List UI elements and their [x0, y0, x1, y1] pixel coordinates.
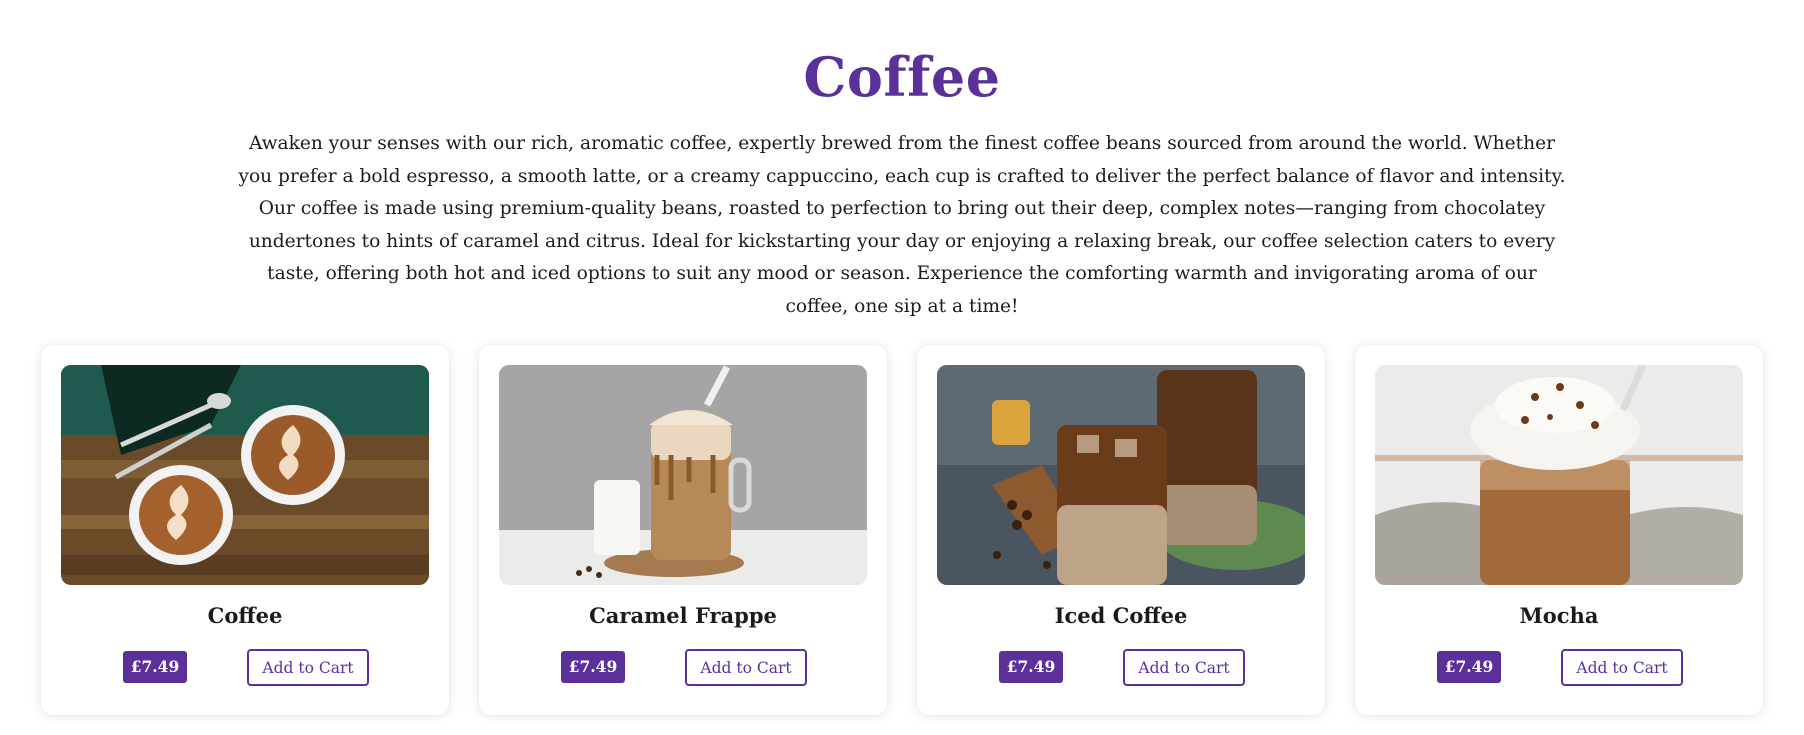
page-title: Coffee — [803, 45, 1001, 109]
product-card: Caramel Frappe £7.49 Add to Cart — [479, 345, 887, 715]
price-badge: £7.49 — [123, 651, 187, 683]
add-to-cart-button[interactable]: Add to Cart — [1123, 649, 1245, 686]
add-to-cart-button[interactable]: Add to Cart — [1561, 649, 1683, 686]
product-image-caramel-frappe[interactable] — [499, 365, 867, 585]
add-to-cart-button[interactable]: Add to Cart — [247, 649, 369, 686]
product-image-coffee[interactable] — [61, 365, 429, 585]
product-name: Caramel Frappe — [589, 603, 777, 628]
product-card: Iced Coffee £7.49 Add to Cart — [917, 345, 1325, 715]
product-image-mocha[interactable] — [1375, 365, 1743, 585]
product-card: Coffee £7.49 Add to Cart — [41, 345, 449, 715]
price-badge: £7.49 — [999, 651, 1063, 683]
product-card: Mocha £7.49 Add to Cart — [1355, 345, 1763, 715]
price-badge: £7.49 — [1437, 651, 1501, 683]
product-name: Mocha — [1519, 603, 1599, 628]
product-grid: Coffee £7.49 Add to Cart Caramel Frappe … — [41, 345, 1763, 715]
product-name: Coffee — [207, 603, 283, 628]
add-to-cart-button[interactable]: Add to Cart — [685, 649, 807, 686]
price-badge: £7.49 — [561, 651, 625, 683]
category-description: Awaken your senses with our rich, aromat… — [238, 133, 1566, 317]
product-name: Iced Coffee — [1054, 603, 1188, 628]
product-image-iced-coffee[interactable] — [937, 365, 1305, 585]
coffee-category-page: Coffee Awaken your senses with our rich,… — [0, 0, 1804, 735]
